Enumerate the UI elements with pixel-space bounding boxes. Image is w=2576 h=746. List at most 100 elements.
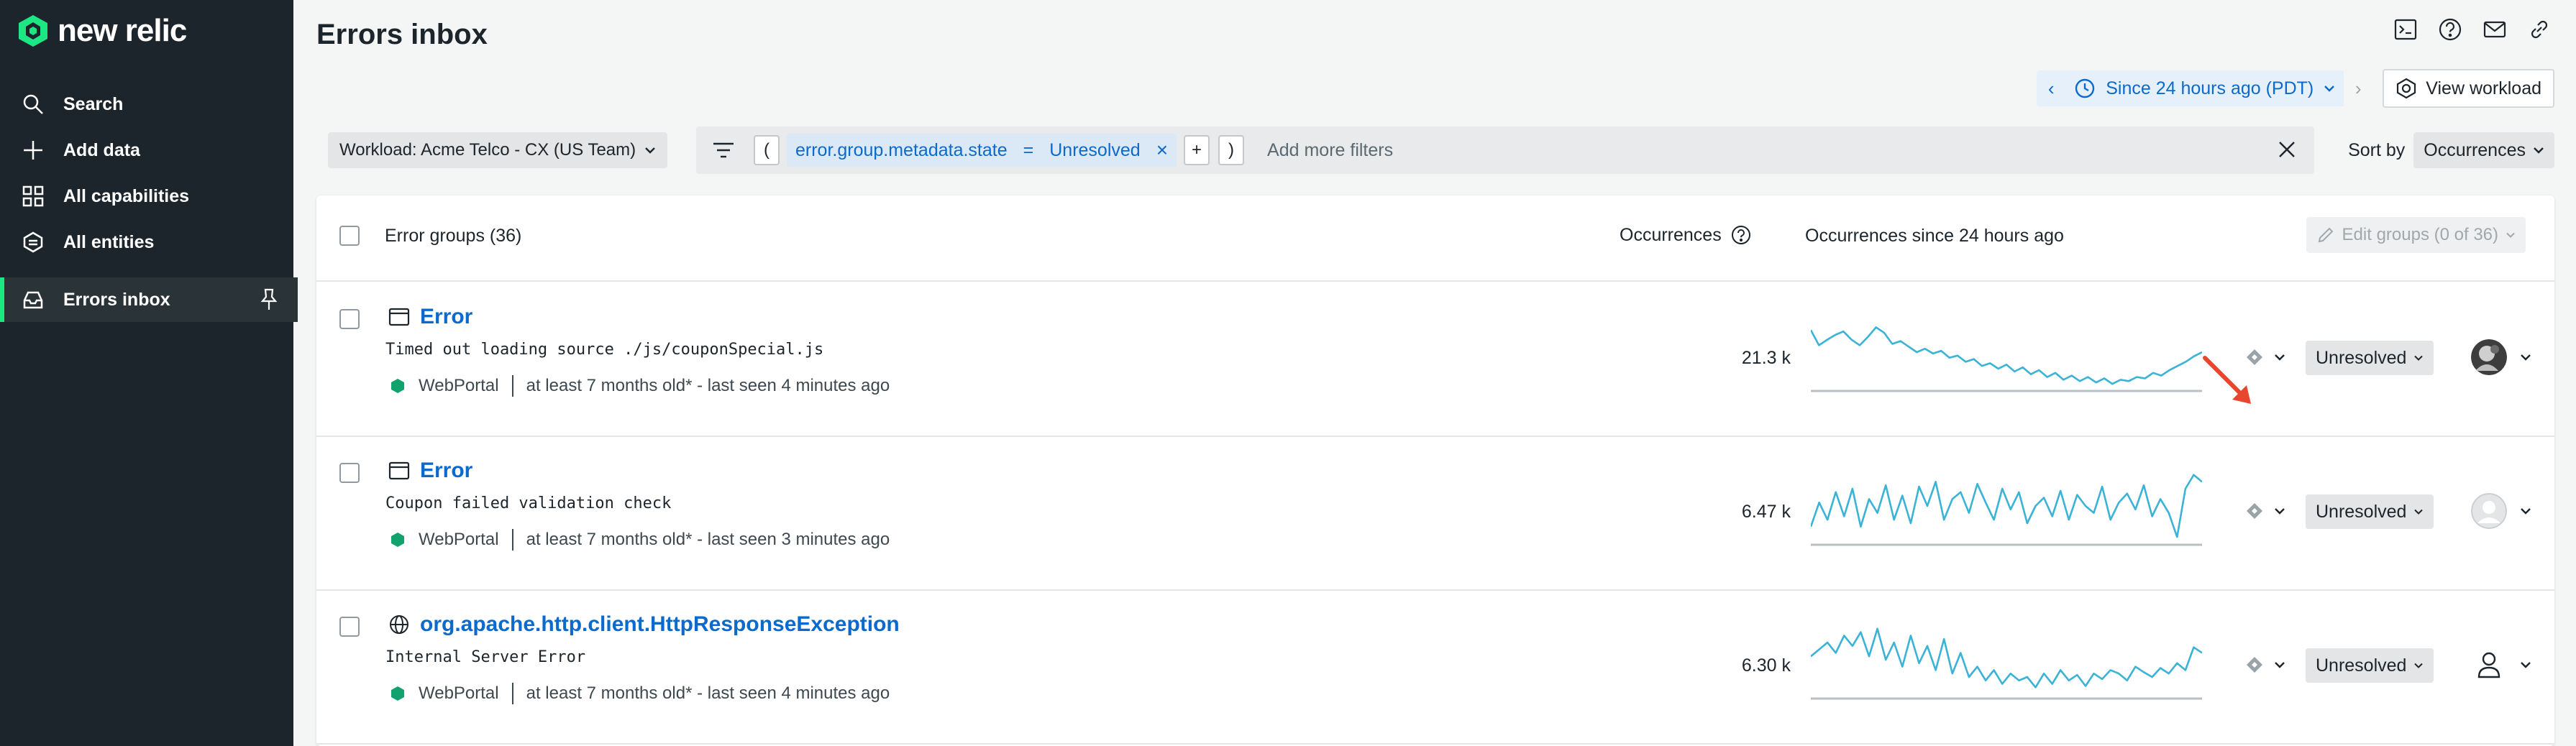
sort-value: Occurrences bbox=[2424, 139, 2526, 160]
sparkline-line bbox=[1811, 326, 2202, 385]
assignee-select[interactable] bbox=[2471, 493, 2531, 529]
entity-name[interactable]: WebPortal bbox=[419, 683, 499, 704]
clock-icon bbox=[2075, 78, 2095, 98]
status-select[interactable]: Unresolved bbox=[2306, 341, 2434, 375]
pencil-icon bbox=[2318, 227, 2333, 243]
time-range-label: Since 24 hours ago (PDT) bbox=[2106, 78, 2314, 98]
table-row[interactable]: Error Timed out loading source ./js/coup… bbox=[316, 282, 2554, 437]
add-clause-token[interactable]: + bbox=[1184, 135, 1210, 165]
chevron-down-icon bbox=[2414, 355, 2424, 361]
error-age: at least 7 months old* - last seen 3 min… bbox=[526, 530, 890, 549]
help-icon[interactable] bbox=[2435, 14, 2465, 45]
brand-logo[interactable]: new relic bbox=[16, 13, 187, 49]
sort-select[interactable]: Occurrences bbox=[2413, 132, 2554, 168]
priority-diamond-icon bbox=[2247, 503, 2262, 519]
assignee-select[interactable] bbox=[2471, 339, 2531, 375]
filter-value: Unresolved bbox=[1049, 139, 1141, 160]
inbox-icon bbox=[20, 287, 46, 313]
blank-avatar-icon bbox=[2471, 493, 2507, 529]
occurrences-header-label: Occurrences bbox=[1620, 224, 1722, 245]
sidebar: new relic Search Add data All capabiliti… bbox=[0, 0, 298, 746]
assignee-select[interactable] bbox=[2471, 647, 2531, 683]
trend-header: Occurrences since 24 hours ago bbox=[1805, 226, 2064, 246]
brand-name: new relic bbox=[58, 13, 187, 48]
sidebar-item-add-data[interactable]: Add data bbox=[0, 128, 293, 172]
close-paren-token[interactable]: ) bbox=[1218, 135, 1245, 165]
clear-filters-icon[interactable] bbox=[2274, 137, 2300, 166]
status-select[interactable]: Unresolved bbox=[2306, 648, 2434, 683]
error-meta: WebPortal at least 7 months old* - last … bbox=[390, 529, 890, 551]
entities-icon bbox=[20, 229, 46, 255]
time-range-button[interactable]: Since 24 hours ago (PDT) bbox=[2065, 78, 2344, 99]
time-next-icon[interactable]: › bbox=[2344, 70, 2373, 106]
sort-control: Sort by Occurrences bbox=[2348, 132, 2554, 168]
row-checkbox[interactable] bbox=[339, 463, 360, 483]
entity-status-icon bbox=[391, 379, 404, 393]
occurrences-count: 6.30 k bbox=[1741, 655, 1791, 676]
page-title: Errors inbox bbox=[316, 19, 488, 50]
error-group-title[interactable]: org.apache.http.client.HttpResponseExcep… bbox=[388, 612, 900, 637]
pin-icon[interactable] bbox=[259, 288, 279, 316]
table-row[interactable]: org.apache.http.client.HttpResponseExcep… bbox=[316, 589, 2554, 745]
status-value: Unresolved bbox=[2316, 655, 2407, 676]
error-group-title[interactable]: Error bbox=[388, 459, 472, 483]
chevron-down-icon bbox=[2324, 86, 2335, 92]
link-icon[interactable] bbox=[2524, 14, 2554, 45]
sidebar-item-errors-inbox[interactable]: Errors inbox bbox=[0, 277, 298, 322]
filter-icon bbox=[713, 142, 734, 158]
entity-name[interactable]: WebPortal bbox=[419, 376, 499, 396]
error-group-title-text: org.apache.http.client.HttpResponseExcep… bbox=[420, 612, 900, 636]
sidebar-item-label: All entities bbox=[63, 231, 155, 252]
annotation-arrow-icon bbox=[2203, 356, 2251, 404]
sidebar-item-all-entities[interactable]: All entities bbox=[0, 220, 293, 264]
chevron-down-icon bbox=[2506, 232, 2515, 238]
grid-icon bbox=[20, 183, 46, 209]
workload-select[interactable]: Workload: Acme Telco - CX (US Team) bbox=[328, 132, 668, 168]
row-checkbox[interactable] bbox=[339, 309, 360, 329]
remove-filter-icon[interactable]: × bbox=[1156, 139, 1168, 162]
chevron-down-icon bbox=[2521, 508, 2531, 515]
error-message: Coupon failed validation check bbox=[385, 494, 672, 512]
terminal-icon[interactable] bbox=[2390, 14, 2421, 45]
error-meta: WebPortal at least 7 months old* - last … bbox=[390, 683, 890, 704]
error-groups-table: Error groups (36) Occurrences Occurrence… bbox=[316, 195, 2554, 746]
top-toolbar bbox=[2390, 14, 2554, 45]
table-row[interactable]: Error Coupon failed validation check Web… bbox=[316, 436, 2554, 591]
error-message: Timed out loading source ./js/couponSpec… bbox=[385, 341, 824, 359]
filter-bar[interactable]: ( error.group.metadata.state = Unresolve… bbox=[696, 126, 2314, 174]
error-group-title[interactable]: Error bbox=[388, 305, 472, 329]
mail-icon[interactable] bbox=[2480, 14, 2510, 45]
error-age: at least 7 months old* - last seen 4 min… bbox=[526, 683, 890, 703]
new-relic-logo-icon bbox=[19, 15, 47, 47]
time-prev-icon[interactable]: ‹ bbox=[2037, 70, 2065, 106]
status-select[interactable]: Unresolved bbox=[2306, 494, 2434, 529]
time-picker: ‹ Since 24 hours ago (PDT) › bbox=[2037, 70, 2373, 106]
chevron-down-icon bbox=[2521, 354, 2531, 361]
entity-name[interactable]: WebPortal bbox=[419, 530, 499, 550]
add-more-filters-input[interactable]: Add more filters bbox=[1267, 140, 1393, 161]
priority-select[interactable] bbox=[2245, 502, 2285, 520]
occurrences-header[interactable]: Occurrences bbox=[1620, 224, 1752, 246]
table-header: Error groups (36) Occurrences Occurrence… bbox=[316, 195, 2554, 282]
row-checkbox[interactable] bbox=[339, 617, 360, 637]
select-all-checkbox[interactable] bbox=[339, 226, 360, 246]
workload-select-label: Workload: Acme Telco - CX (US Team) bbox=[339, 140, 636, 160]
priority-select[interactable] bbox=[2245, 655, 2285, 674]
edit-groups-button[interactable]: Edit groups (0 of 36) bbox=[2306, 217, 2526, 253]
error-message: Internal Server Error bbox=[385, 648, 586, 666]
status-value: Unresolved bbox=[2316, 347, 2407, 368]
user-photo-avatar bbox=[2471, 339, 2507, 375]
sparkline-chart bbox=[1811, 627, 2202, 700]
chevron-down-icon bbox=[2275, 354, 2285, 361]
chevron-down-icon bbox=[2414, 509, 2424, 515]
edit-groups-label: Edit groups (0 of 36) bbox=[2342, 225, 2498, 244]
divider bbox=[511, 375, 513, 397]
sidebar-item-all-capabilities[interactable]: All capabilities bbox=[0, 174, 293, 218]
sidebar-item-search[interactable]: Search bbox=[0, 82, 293, 126]
open-paren-token[interactable]: ( bbox=[754, 135, 780, 165]
help-icon[interactable] bbox=[1730, 224, 1752, 246]
sparkline-chart bbox=[1811, 474, 2202, 546]
view-workload-button[interactable]: View workload bbox=[2383, 69, 2554, 108]
filter-chip[interactable]: error.group.metadata.state = Unresolved … bbox=[787, 134, 1177, 167]
chevron-down-icon bbox=[645, 147, 655, 154]
